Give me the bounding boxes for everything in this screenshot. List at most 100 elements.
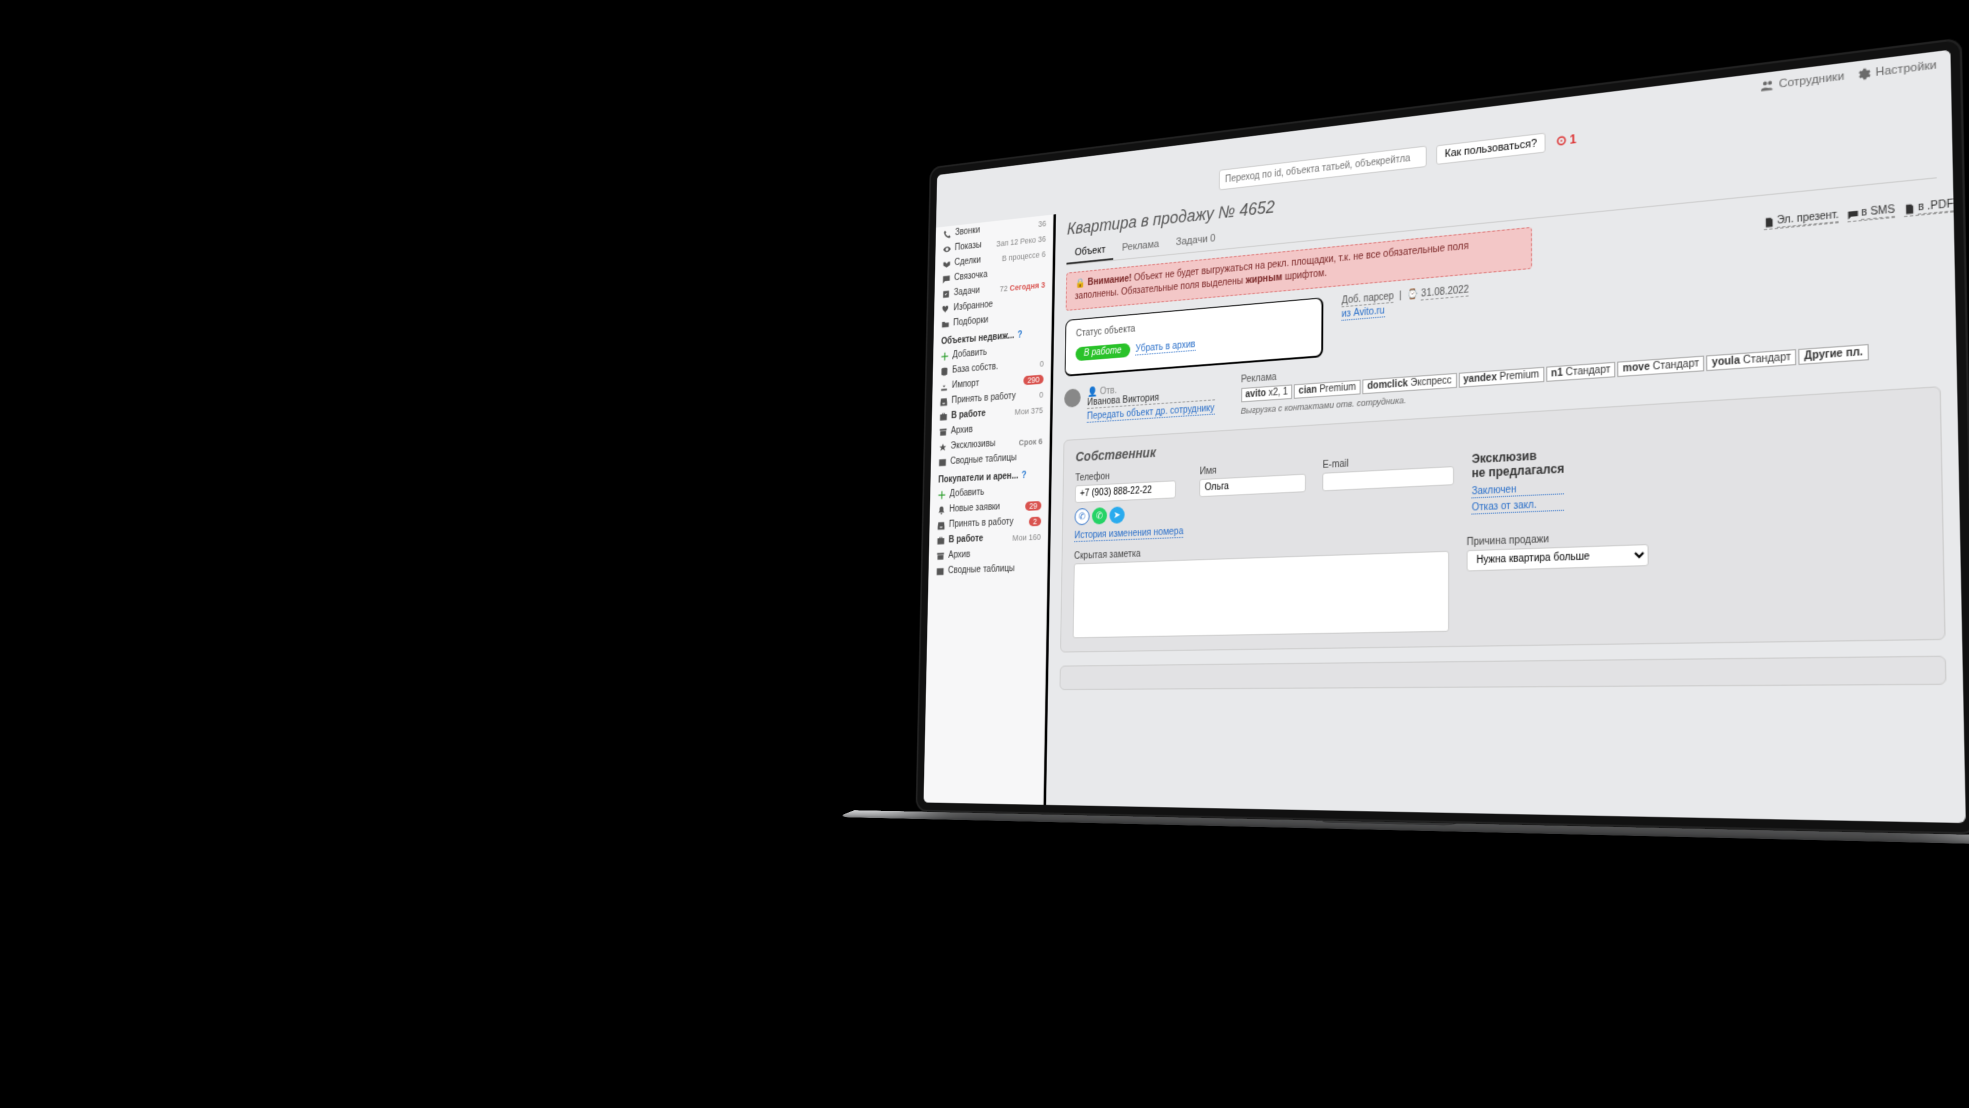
alert-bold: жирным xyxy=(1246,272,1283,286)
ad-chip[interactable]: youla Стандарт xyxy=(1707,349,1797,371)
ad-chip[interactable]: domclick Экспресс xyxy=(1363,373,1457,394)
sidebar-label: Связочка xyxy=(954,270,988,283)
sms-icon xyxy=(1848,209,1859,221)
settings-link[interactable]: Настройки xyxy=(1857,59,1936,81)
ad-chip[interactable]: Другие пл. xyxy=(1799,344,1869,365)
alert-bold: Внимание! xyxy=(1087,274,1131,288)
sidebar-label: Показы xyxy=(955,240,982,253)
ad-chip[interactable]: move Стандарт xyxy=(1618,356,1705,378)
inbox-icon xyxy=(940,397,948,406)
whatsapp-button[interactable]: ✆ xyxy=(1092,507,1107,524)
sidebar-label: Сводные таблицы xyxy=(950,453,1017,467)
archive-link[interactable]: Убрать в архив xyxy=(1135,340,1195,356)
added-date: 31.08.2022 xyxy=(1421,285,1469,301)
owner-card: Собственник Телефон ✆ ✆ ➤ xyxy=(1060,386,1946,652)
sidebar-count: 36 xyxy=(1038,218,1046,228)
sidebar-count: Мои 160 xyxy=(1012,532,1041,542)
email-label: E-mail xyxy=(1323,453,1455,471)
sidebar-label: Задачи xyxy=(954,286,980,298)
sidebar-label: Новые заявки xyxy=(949,502,1000,514)
table-icon xyxy=(939,457,947,466)
excl-refused-link[interactable]: Отказ от закл. xyxy=(1472,498,1565,514)
users-icon xyxy=(1761,79,1774,93)
check-icon xyxy=(942,289,950,299)
sidebar-count: Срок 6 xyxy=(1019,436,1043,447)
excl-line2: не предлагался xyxy=(1472,461,1565,480)
email-field-wrap: E-mail xyxy=(1322,453,1454,491)
main-content: Квартира в продажу № 4652 Объект Реклама… xyxy=(1044,114,1966,823)
sidebar-label: Архив xyxy=(951,425,973,436)
sidebar-label: Импорт xyxy=(952,379,979,391)
heart-icon xyxy=(942,304,950,314)
database-icon xyxy=(940,366,948,376)
export-present-button[interactable]: Эл. презент. xyxy=(1764,209,1839,230)
sidebar-badge: 29 xyxy=(1025,501,1041,511)
reason-select[interactable]: Нужна квартира больше xyxy=(1467,544,1649,571)
sidebar-label: Архив xyxy=(948,550,970,561)
tab-tasks[interactable]: Задачи 0 xyxy=(1167,228,1224,254)
ad-chip[interactable]: yandex Premium xyxy=(1458,367,1544,388)
name-field-wrap: Имя xyxy=(1199,461,1306,497)
help-icon[interactable]: ? xyxy=(1017,330,1022,340)
sidebar-label: Эксклюзивы xyxy=(950,439,995,452)
sidebar-label: Сводные таблицы xyxy=(948,564,1015,576)
sidebar-count: В процессе 6 xyxy=(1002,249,1046,262)
sidebar: Звонки36 ПоказыЗап 12 Реко 36 СделкиВ пр… xyxy=(924,214,1054,804)
sidebar-item-pivot-buyers[interactable]: Сводные таблицы xyxy=(928,560,1047,579)
chat-icon xyxy=(942,274,950,284)
pdf-icon xyxy=(1904,203,1916,215)
employees-label: Сотрудники xyxy=(1779,70,1845,90)
phone-input[interactable] xyxy=(1075,480,1176,503)
aim-count: 1 xyxy=(1570,132,1577,147)
export-sms-button[interactable]: в SMS xyxy=(1848,204,1895,222)
sidebar-count: 72 xyxy=(1000,283,1008,293)
how-to-button[interactable]: Как пользоваться? xyxy=(1436,133,1546,165)
plus-icon xyxy=(941,351,949,361)
comm-icons: ✆ ✆ ➤ xyxy=(1075,504,1184,526)
bell-icon xyxy=(938,505,946,514)
sidebar-label: Принять в работу xyxy=(949,517,1014,530)
secret-note-textarea[interactable] xyxy=(1073,551,1449,639)
sidebar-label: В работе xyxy=(948,534,983,545)
folder-icon xyxy=(941,319,949,329)
excl-concluded-link[interactable]: Заключен xyxy=(1472,482,1565,498)
employees-link[interactable]: Сотрудники xyxy=(1761,70,1844,93)
sidebar-badge: 290 xyxy=(1023,374,1043,385)
name-input[interactable] xyxy=(1199,474,1306,498)
sidebar-label: Избранное xyxy=(953,300,993,313)
source-link[interactable]: из Avito.ru xyxy=(1342,306,1385,321)
email-input[interactable] xyxy=(1322,466,1454,491)
phone-history-link[interactable]: История изменения номера xyxy=(1074,526,1183,542)
sale-reason-wrap: Причина продажи Нужна квартира больше xyxy=(1467,530,1649,571)
responsible-user: 👤 Отв. Иванова Виктория Передать объект … xyxy=(1064,379,1215,424)
export-pdf-button[interactable]: в .PDF xyxy=(1904,198,1954,217)
sidebar-label: Подборки xyxy=(953,315,988,328)
sidebar-label: Звонки xyxy=(955,225,980,237)
aim-indicator[interactable]: 1 xyxy=(1556,132,1577,148)
export-links: Эл. презент. в SMS в .PDF xyxy=(1764,198,1954,230)
sidebar-label: Добавить xyxy=(952,348,987,361)
help-icon[interactable]: ? xyxy=(1021,471,1026,481)
ad-chip[interactable]: avito x2, 1 xyxy=(1241,384,1293,402)
call-button[interactable]: ✆ xyxy=(1075,508,1090,525)
telegram-button[interactable]: ➤ xyxy=(1109,506,1124,524)
table-icon xyxy=(936,567,944,576)
meta-info: Доб. парсер | ⌚ 31.08.2022 из Avito.ru xyxy=(1342,285,1469,323)
sidebar-badge: 2 xyxy=(1029,516,1041,526)
app-screen: Сотрудники Настройки Как пользоваться? 1 xyxy=(924,50,1966,823)
exclusive-block: Эксклюзив не предлагался Заключен Отказ … xyxy=(1472,447,1565,514)
avatar xyxy=(1064,388,1081,408)
tab-object[interactable]: Объект xyxy=(1066,240,1113,265)
handshake-icon xyxy=(943,259,951,269)
archive-icon xyxy=(939,427,947,436)
status-pill: В работе xyxy=(1075,343,1130,361)
tab-ads[interactable]: Реклама xyxy=(1114,234,1168,260)
ad-chip[interactable]: n1 Стандарт xyxy=(1546,362,1616,382)
doc-icon xyxy=(1764,217,1775,229)
eye-icon xyxy=(943,244,951,254)
secret-note-wrap: Скрытая заметка xyxy=(1073,538,1449,639)
gear-icon xyxy=(1857,67,1871,81)
import-icon xyxy=(940,381,948,390)
briefcase-icon xyxy=(940,412,948,421)
ad-chip[interactable]: cian Premium xyxy=(1294,380,1361,399)
